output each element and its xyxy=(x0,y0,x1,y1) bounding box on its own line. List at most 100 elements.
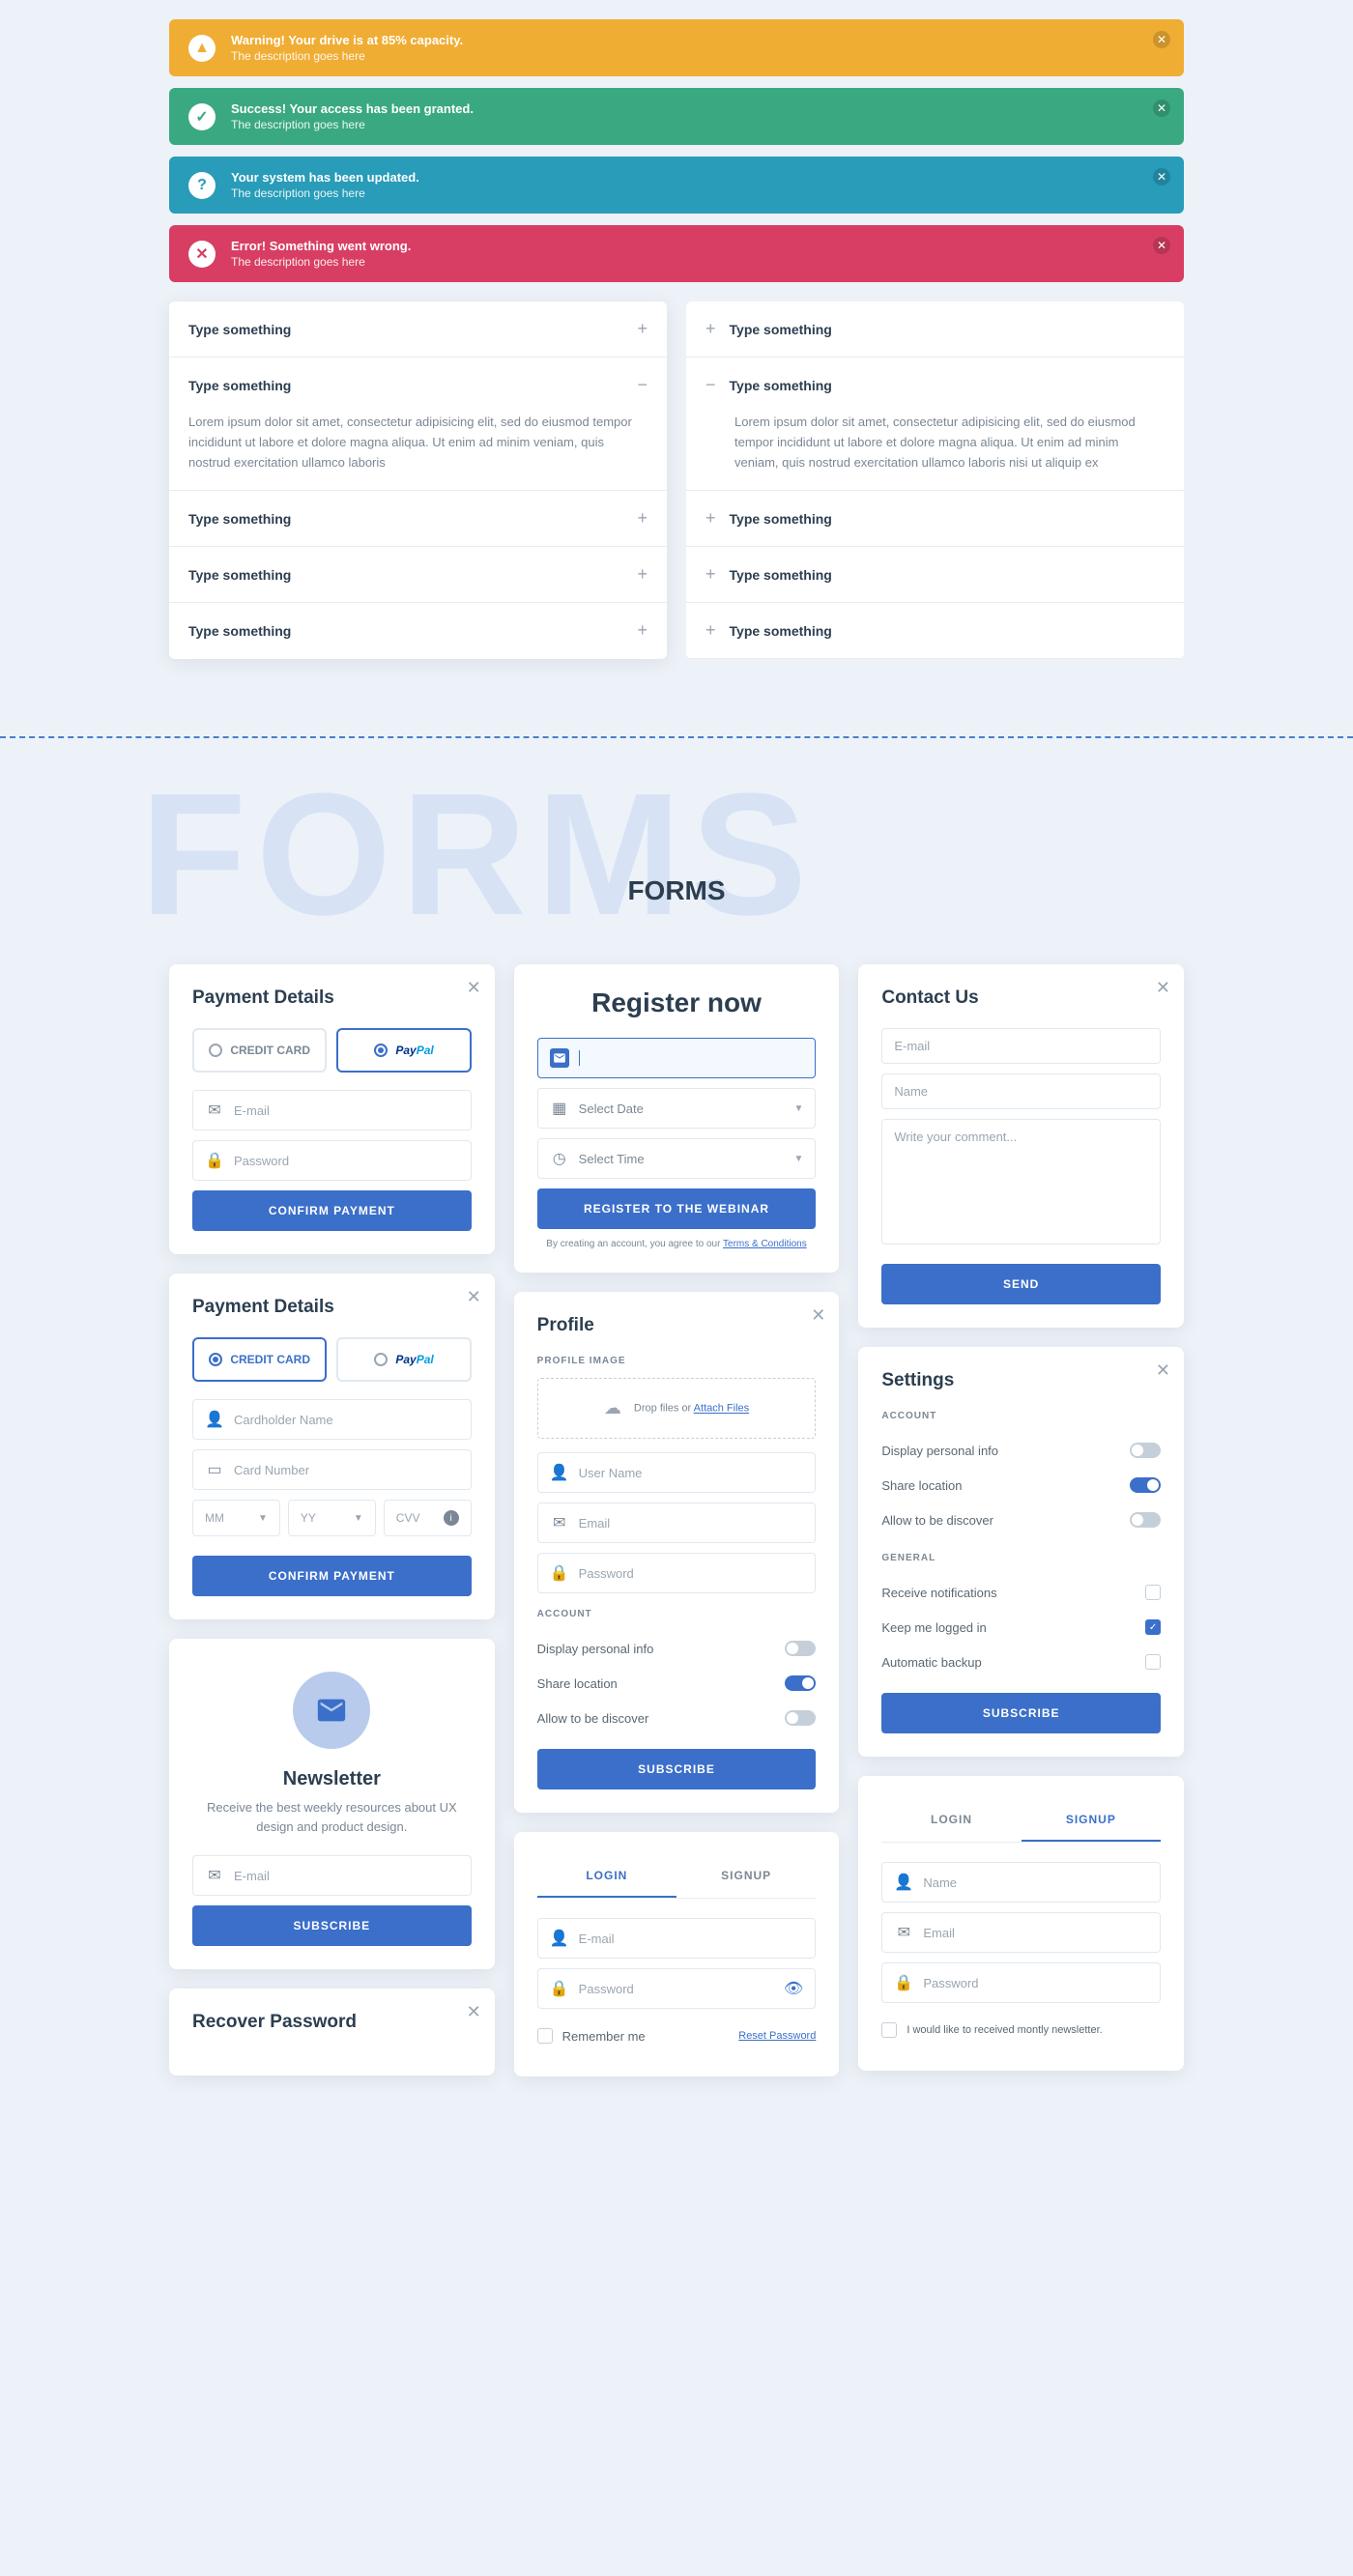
password-input[interactable]: 🔒 xyxy=(881,1962,1161,2003)
cardnumber-field[interactable] xyxy=(234,1463,459,1477)
notifications-checkbox[interactable] xyxy=(1145,1585,1161,1600)
subscribe-button[interactable]: Subscribe xyxy=(537,1749,817,1789)
close-icon[interactable]: ✕ xyxy=(811,1305,825,1326)
person-icon: 👤 xyxy=(550,1929,569,1948)
toggle-personal-info[interactable] xyxy=(1130,1443,1161,1458)
year-select[interactable]: YY▼ xyxy=(288,1500,376,1536)
remember-checkbox[interactable] xyxy=(537,2028,553,2044)
email-input[interactable] xyxy=(881,1028,1161,1064)
password-input[interactable]: 🔒 xyxy=(537,1553,817,1593)
password-field[interactable] xyxy=(234,1154,459,1168)
login-tab[interactable]: LOGIN xyxy=(881,1799,1021,1842)
logged-in-checkbox[interactable]: ✓ xyxy=(1145,1619,1161,1635)
newsletter-desc: Receive the best weekly resources about … xyxy=(192,1798,472,1836)
toggle-discover[interactable] xyxy=(785,1710,816,1726)
upload-area[interactable]: ☁ Drop files or Attach Files xyxy=(537,1378,817,1439)
backup-checkbox[interactable] xyxy=(1145,1654,1161,1670)
close-icon[interactable]: ✕ xyxy=(1153,168,1170,186)
eye-icon[interactable]: 👁 xyxy=(784,1979,803,1998)
signup-tab[interactable]: SIGNUP xyxy=(1022,1799,1161,1842)
alert-title: Warning! Your drive is at 85% capacity. xyxy=(231,33,1165,47)
email-input[interactable]: ✉ xyxy=(881,1912,1161,1953)
close-icon[interactable]: ✕ xyxy=(467,1287,481,1307)
close-icon[interactable]: ✕ xyxy=(1153,31,1170,48)
password-input[interactable]: 🔒 👁 xyxy=(537,1968,817,2009)
paypal-tab[interactable]: PayPal xyxy=(336,1337,471,1382)
plus-icon: + xyxy=(705,620,716,641)
profile-card: ✕ Profile PROFILE IMAGE ☁ Drop files or … xyxy=(514,1292,840,1813)
email-input[interactable]: ✉ xyxy=(537,1503,817,1543)
email-input[interactable]: ✉ xyxy=(192,1090,472,1131)
accordion-header[interactable]: + Type something xyxy=(686,603,1184,658)
email-field[interactable] xyxy=(234,1869,459,1883)
email-field[interactable] xyxy=(234,1103,459,1118)
alert-title: Success! Your access has been granted. xyxy=(231,101,1165,116)
recover-password-card: ✕ Recover Password xyxy=(169,1989,495,2075)
attach-files-link[interactable]: Attach Files xyxy=(694,1403,749,1415)
cardnumber-input[interactable]: ▭ xyxy=(192,1449,472,1490)
subscribe-button[interactable]: Subscribe xyxy=(881,1693,1161,1733)
date-select[interactable]: ▦ Select Date ▼ xyxy=(537,1088,817,1129)
accordion-header[interactable]: + Type something xyxy=(686,301,1184,357)
newsletter-checkbox[interactable] xyxy=(881,2022,897,2038)
accordion-header[interactable]: Type something + xyxy=(169,301,667,357)
name-input[interactable] xyxy=(881,1073,1161,1109)
confirm-payment-button[interactable]: Confirm Payment xyxy=(192,1190,472,1231)
accordion-header[interactable]: Type something − xyxy=(169,358,667,413)
register-button[interactable]: Register to the webinar xyxy=(537,1188,817,1229)
cvv-input[interactable]: CVVi xyxy=(384,1500,472,1536)
email-input[interactable]: ✉ xyxy=(192,1855,472,1896)
toggle-personal-info[interactable] xyxy=(785,1641,816,1656)
comment-input[interactable] xyxy=(881,1119,1161,1245)
plus-icon: + xyxy=(705,508,716,529)
close-icon[interactable]: ✕ xyxy=(1153,237,1170,254)
login-tab[interactable]: LOGIN xyxy=(537,1855,676,1898)
alert-info: ? Your system has been updated. The desc… xyxy=(169,157,1184,214)
signup-tab[interactable]: SIGNUP xyxy=(676,1855,816,1898)
plus-icon: + xyxy=(637,564,648,585)
password-input[interactable]: 🔒 xyxy=(192,1140,472,1181)
accordion-header[interactable]: Type something + xyxy=(169,603,667,658)
close-icon[interactable]: ✕ xyxy=(1156,978,1170,998)
credit-card-tab[interactable]: CREDIT CARD xyxy=(192,1337,327,1382)
close-icon[interactable]: ✕ xyxy=(1156,1360,1170,1381)
terms-text: By creating an account, you agree to our… xyxy=(537,1239,817,1249)
toggle-share-location[interactable] xyxy=(785,1675,816,1691)
email-input[interactable] xyxy=(537,1038,817,1078)
contact-card: ✕ Contact Us Send xyxy=(858,964,1184,1328)
mail-icon: ✉ xyxy=(205,1101,224,1120)
section-bg-title: FORMS xyxy=(140,777,1184,933)
clock-icon: ◷ xyxy=(550,1149,569,1168)
month-select[interactable]: MM▼ xyxy=(192,1500,280,1536)
terms-link[interactable]: Terms & Conditions xyxy=(723,1239,807,1249)
reset-password-link[interactable]: Reset Password xyxy=(738,2030,816,2042)
person-icon: 👤 xyxy=(894,1873,913,1892)
credit-card-tab[interactable]: CREDIT CARD xyxy=(192,1028,327,1073)
toggle-label: Share location xyxy=(881,1478,962,1493)
confirm-payment-button[interactable]: Confirm Payment xyxy=(192,1556,472,1596)
accordion-header[interactable]: + Type something xyxy=(686,491,1184,546)
cardholder-field[interactable] xyxy=(234,1413,459,1427)
newsletter-title: Newsletter xyxy=(192,1768,472,1790)
paypal-tab[interactable]: PayPal xyxy=(336,1028,471,1073)
person-icon: 👤 xyxy=(550,1463,569,1482)
username-input[interactable]: 👤 xyxy=(537,1452,817,1493)
accordion-body: Lorem ipsum dolor sit amet, consectetur … xyxy=(686,413,1184,490)
name-input[interactable]: 👤 xyxy=(881,1862,1161,1903)
email-input[interactable]: 👤 xyxy=(537,1918,817,1959)
accordion-body: Lorem ipsum dolor sit amet, consectetur … xyxy=(169,413,667,490)
close-icon[interactable]: ✕ xyxy=(467,2002,481,2022)
accordion-header[interactable]: + Type something xyxy=(686,547,1184,602)
time-select[interactable]: ◷ Select Time ▼ xyxy=(537,1138,817,1179)
cardholder-input[interactable]: 👤 xyxy=(192,1399,472,1440)
close-icon[interactable]: ✕ xyxy=(1153,100,1170,117)
close-icon[interactable]: ✕ xyxy=(467,978,481,998)
subscribe-button[interactable]: Subscribe xyxy=(192,1905,472,1946)
accordion-header[interactable]: − Type something xyxy=(686,358,1184,413)
accordion-header[interactable]: Type something + xyxy=(169,547,667,602)
send-button[interactable]: Send xyxy=(881,1264,1161,1304)
toggle-discover[interactable] xyxy=(1130,1512,1161,1528)
toggle-label: Share location xyxy=(537,1676,618,1691)
toggle-share-location[interactable] xyxy=(1130,1477,1161,1493)
accordion-header[interactable]: Type something + xyxy=(169,491,667,546)
